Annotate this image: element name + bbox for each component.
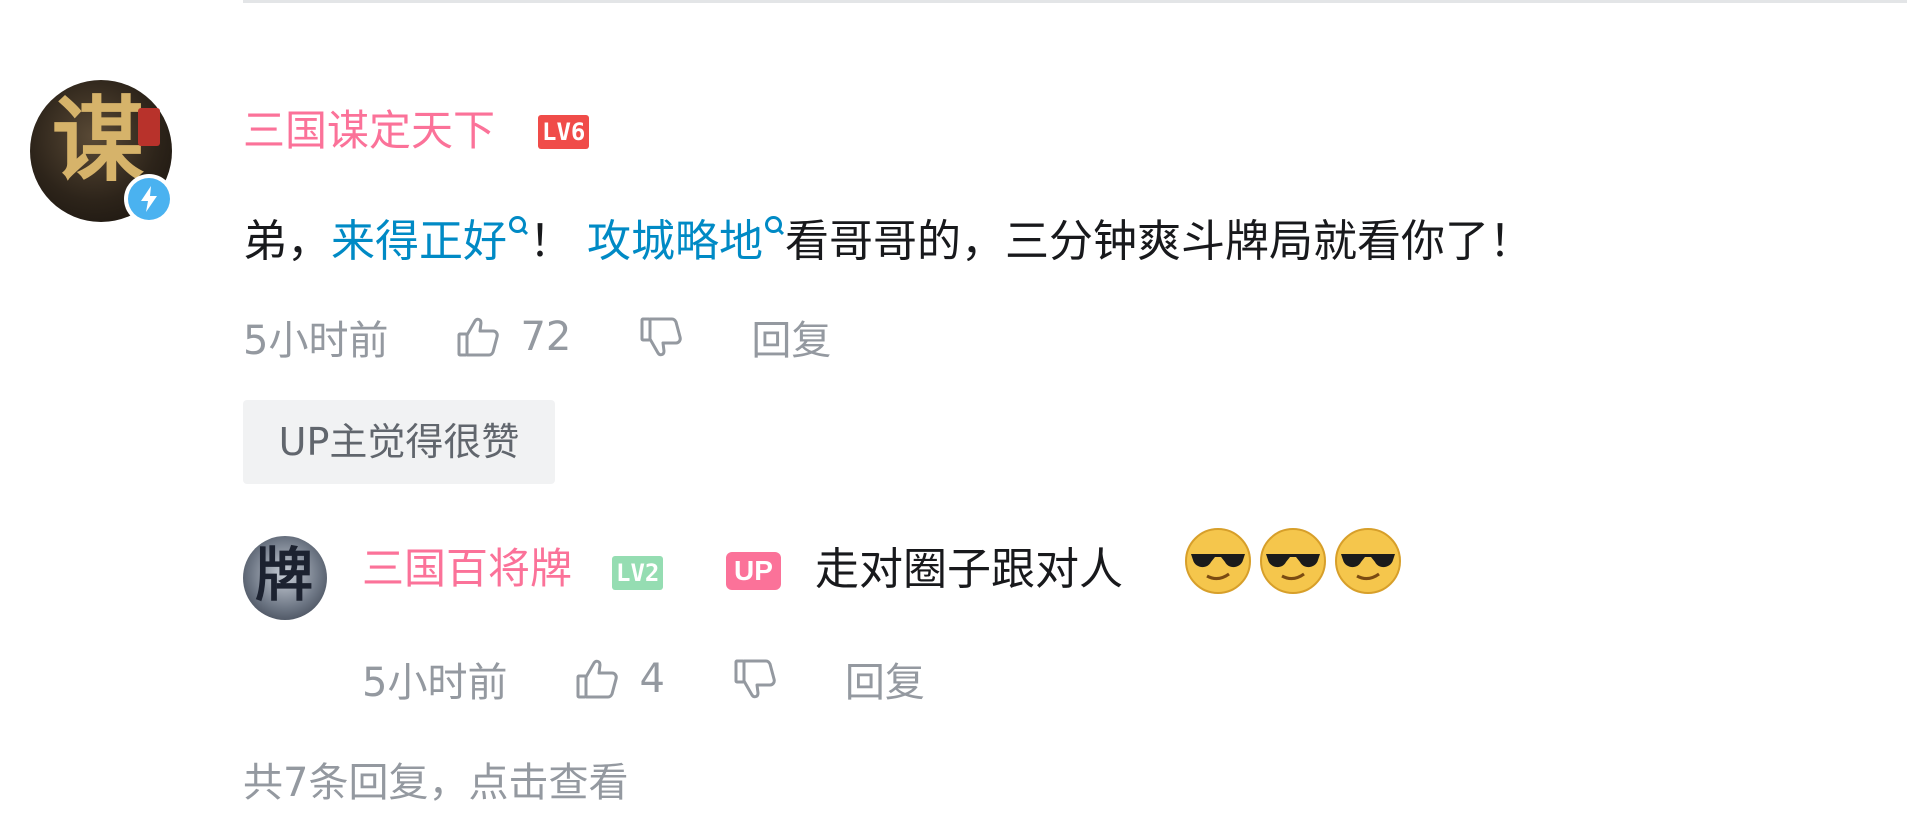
verified-icon <box>124 174 174 224</box>
level-badge: LV6 <box>538 115 590 149</box>
comment-content: 弟，来得正好 ！ 攻城略地 看哥哥的，三分钟爽斗牌局就看你了！ <box>243 212 1533 272</box>
dislike-icon[interactable] <box>637 313 685 361</box>
like-icon[interactable] <box>573 655 621 703</box>
emoji-group <box>1183 526 1408 596</box>
like-icon[interactable] <box>454 313 502 361</box>
view-more-replies-link[interactable]: 共7条回复，点击查看 <box>243 750 628 808</box>
up-badge: UP <box>726 552 781 590</box>
comment-section: 谋 三国谋定天下 LV6 弟，来得正好 ！ 攻城略地 看哥哥的，三分钟爽斗牌局就看你… <box>0 0 1907 837</box>
avatar-glyph: 牌 <box>255 541 314 609</box>
cool-sunglasses-emoji <box>1260 528 1326 594</box>
avatar-seal-decoration <box>138 108 160 146</box>
dislike-icon[interactable] <box>731 655 779 703</box>
search-icon <box>507 212 529 252</box>
cool-sunglasses-emoji <box>1185 528 1251 594</box>
comment-time: 5小时前 <box>243 318 389 364</box>
comment-meta: 5小时前 72 回复 <box>243 308 831 366</box>
search-link[interactable]: 来得正好 <box>331 216 507 267</box>
avatar-glyph: 谋 <box>52 86 145 194</box>
search-icon <box>763 212 785 252</box>
cool-sunglasses-emoji <box>1335 528 1401 594</box>
reply-author-name[interactable]: 三国百将牌 <box>362 548 572 590</box>
reply-meta: 5小时前 4 回复 <box>362 650 925 708</box>
search-link[interactable]: 攻城略地 <box>587 216 763 267</box>
comment-text: 看哥哥的，三分钟爽斗牌局就看你了！ <box>785 216 1533 267</box>
comment-text: 弟， <box>243 216 331 267</box>
reply-button[interactable]: 回复 <box>751 308 831 366</box>
reply-time: 5小时前 <box>362 660 508 706</box>
reply-avatar[interactable]: 牌 <box>243 536 327 620</box>
comment-author-name[interactable]: 三国谋定天下 <box>243 110 495 152</box>
like-count: 72 <box>520 314 572 360</box>
divider <box>243 0 1907 3</box>
level-badge: LV2 <box>612 556 664 590</box>
comment-text: ！ <box>529 216 573 267</box>
like-count: 4 <box>639 656 665 702</box>
reply-content: 走对圈子跟对人 <box>815 544 1123 595</box>
reply-button[interactable]: 回复 <box>845 650 925 708</box>
up-liked-tag: UP主觉得很赞 <box>243 400 555 484</box>
